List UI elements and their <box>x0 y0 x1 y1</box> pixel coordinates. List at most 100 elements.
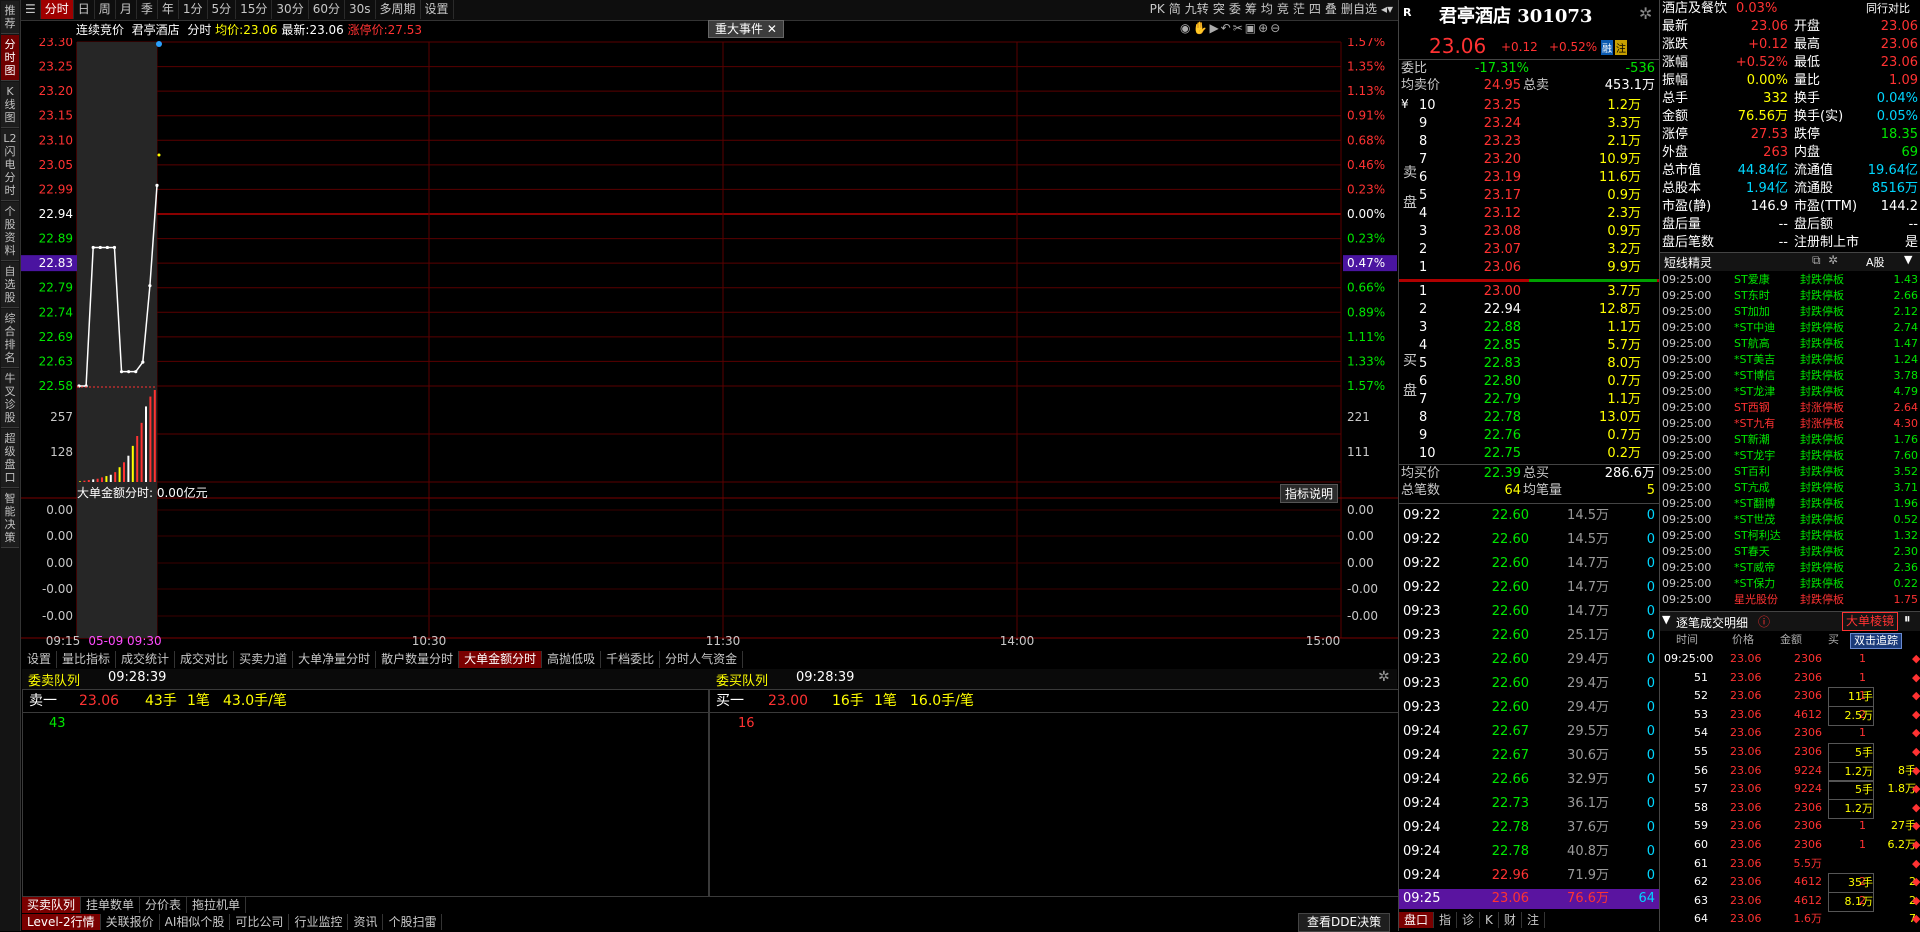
ask-row[interactable]: 2 23.07 3.2万 <box>1399 241 1659 259</box>
short-line-row[interactable]: 09:25:00 ST亢成 封跌停板 3.71 <box>1662 480 1920 496</box>
left-tab[interactable]: 自选股 <box>1 262 19 308</box>
zoom-in-icon[interactable]: ⊕ <box>1258 21 1270 35</box>
short-line-row[interactable]: 09:25:00 ST东时 封跌停板 2.66 <box>1662 288 1920 304</box>
period-tab[interactable]: 多周期 <box>376 0 421 19</box>
zoom-out-icon[interactable]: ⊖ <box>1270 21 1282 35</box>
toolbar-tool[interactable]: 简 <box>1167 0 1183 19</box>
short-line-row[interactable]: 09:25:00 ST西钢 封涨停板 2.64 <box>1662 400 1920 416</box>
short-line-row[interactable]: 09:25:00 *ST世茂 封跌停板 0.52 <box>1662 512 1920 528</box>
bid-row[interactable]: 3 22.88 1.1万 <box>1399 319 1659 337</box>
short-line-row[interactable]: 09:25:00 ST加加 封跌停板 2.12 <box>1662 304 1920 320</box>
bid-row[interactable]: 2 22.94 12.8万 <box>1399 301 1659 319</box>
settings-icon[interactable]: ✲ <box>1639 4 1652 23</box>
gear-icon[interactable]: ✲ <box>1828 253 1838 267</box>
short-line-row[interactable]: 09:25:00 *ST博信 封跌停板 3.78 <box>1662 368 1920 384</box>
bid-row[interactable]: 8 22.78 13.0万 <box>1399 409 1659 427</box>
close-icon[interactable]: ✕ <box>767 22 777 36</box>
period-tab[interactable]: 30分 <box>272 0 309 19</box>
period-tab[interactable]: 周 <box>95 0 116 19</box>
level2-tab[interactable]: 行业监控 <box>289 914 349 930</box>
toolbar-tool[interactable]: 委 <box>1227 0 1243 19</box>
dde-decision-button[interactable]: 查看DDE决策 <box>1298 913 1391 932</box>
hand-icon[interactable]: ✋ <box>1192 21 1209 35</box>
period-tab[interactable]: 日 <box>74 0 95 19</box>
order-book-tab[interactable]: 财 <box>1499 912 1522 928</box>
peer-compare-button[interactable]: 同行对比 <box>1866 0 1910 18</box>
settings-gear-icon[interactable]: ✲ <box>1378 669 1390 685</box>
order-book-tab[interactable]: K <box>1480 912 1499 928</box>
ask-row[interactable]: 7 23.20 10.9万 <box>1399 151 1659 169</box>
period-tab[interactable]: 年 <box>158 0 179 19</box>
bid-row[interactable]: 5 22.83 8.0万 <box>1399 355 1659 373</box>
ask-row[interactable]: 6 23.19 11.6万 <box>1399 169 1659 187</box>
level2-tab[interactable]: 资讯 <box>348 914 384 930</box>
period-tab[interactable]: 15分 <box>236 0 273 19</box>
period-tab[interactable]: 60分 <box>309 0 345 19</box>
left-tab[interactable]: 牛叉诊股 <box>1 369 19 428</box>
ask-row[interactable]: 1 23.06 9.9万 <box>1399 259 1659 277</box>
indicator-tab[interactable]: 买卖力道 <box>234 651 294 668</box>
short-line-row[interactable]: 09:25:00 *ST龙津 封跌停板 4.79 <box>1662 384 1920 400</box>
toolbar-tool[interactable]: 筹 <box>1243 0 1259 19</box>
undo-icon[interactable]: ↶ <box>1221 21 1233 35</box>
lock-icon[interactable]: ▣ <box>1245 21 1258 35</box>
indicator-tab[interactable]: 散户数量分时 <box>376 651 460 668</box>
bid-row[interactable]: 9 22.76 0.7万 <box>1399 427 1659 445</box>
ask-row[interactable]: 4 23.12 2.3万 <box>1399 205 1659 223</box>
short-line-row[interactable]: 09:25:00 ST爱康 封跌停板 1.43 <box>1662 272 1920 288</box>
toolbar-tool[interactable]: 四 <box>1307 0 1323 19</box>
toolbar-menu-icon[interactable]: ☰ <box>21 0 41 19</box>
toolbar-tool[interactable]: 突 <box>1211 0 1227 19</box>
bid-row[interactable]: 6 22.80 0.7万 <box>1399 373 1659 391</box>
ask-row[interactable]: 10 23.25 1.2万 <box>1399 97 1659 115</box>
period-tab[interactable]: 1分 <box>179 0 208 19</box>
indicator-tab[interactable]: 量比指标 <box>57 651 117 668</box>
short-line-row[interactable]: 09:25:00 *ST威帝 封跌停板 2.36 <box>1662 560 1920 576</box>
queue-tab[interactable]: 分价表 <box>140 897 188 913</box>
bid-row[interactable]: 7 22.79 1.1万 <box>1399 391 1659 409</box>
indicator-tab[interactable]: 成交统计 <box>116 651 176 668</box>
order-book-tab[interactable]: 注 <box>1522 912 1545 928</box>
indicator-tab[interactable]: 分时人气资金 <box>660 651 744 668</box>
big-order-prism-button[interactable]: 大单棱镜 <box>1842 612 1899 631</box>
collapse-icon[interactable]: ▼ <box>1662 613 1670 626</box>
indicator-tab[interactable]: 大单净量分时 <box>293 651 377 668</box>
short-line-row[interactable]: 09:25:00 *ST中迪 封跌停板 2.74 <box>1662 320 1920 336</box>
short-line-row[interactable]: 09:25:00 ST柯利达 封跌停板 1.32 <box>1662 528 1920 544</box>
left-tab[interactable]: 推荐 <box>1 1 19 34</box>
short-line-row[interactable]: 09:25:00 *ST龙宇 封跌停板 7.60 <box>1662 448 1920 464</box>
toolbar-tool[interactable]: 叠 <box>1323 0 1339 19</box>
chevron-down-icon[interactable]: ▼ <box>1904 253 1912 266</box>
left-tab[interactable]: K线图 <box>1 82 19 128</box>
period-tab[interactable]: 30s <box>345 0 376 19</box>
indicator-help-button[interactable]: 指标说明 <box>1280 484 1339 503</box>
ask-row[interactable]: 5 23.17 0.9万 <box>1399 187 1659 205</box>
queue-tab[interactable]: 买卖队列 <box>22 897 82 913</box>
toolbar-tool[interactable]: 均 <box>1259 0 1275 19</box>
bid-row[interactable]: 4 22.85 5.7万 <box>1399 337 1659 355</box>
ask-row[interactable]: 3 23.08 0.9万 <box>1399 223 1659 241</box>
indicator-tab[interactable]: 成交对比 <box>175 651 235 668</box>
info-icon[interactable]: ⓘ <box>1758 613 1770 630</box>
intraday-chart[interactable]: 23.30 1.57% 23.25 1.35% 23.20 1.13% 23.15 0.91%… <box>21 38 1398 650</box>
level2-tab[interactable]: Level-2行情 <box>22 914 101 930</box>
period-tab[interactable]: 分时 <box>40 0 74 19</box>
level2-tab[interactable]: AI相似个股 <box>160 914 231 930</box>
toolbar-tool[interactable]: 竞 <box>1275 0 1291 19</box>
short-line-row[interactable]: 09:25:00 ST航高 封跌停板 1.47 <box>1662 336 1920 352</box>
left-tab[interactable]: 个股资料 <box>1 202 19 261</box>
period-tab[interactable]: 设置 <box>421 0 454 19</box>
queue-tab[interactable]: 挂单数单 <box>81 897 141 913</box>
bid-row[interactable]: 1 23.00 3.7万 <box>1399 283 1659 301</box>
double-click-track-button[interactable]: 双击追踪 <box>1850 633 1902 649</box>
indicator-tab[interactable]: 大单金额分时 <box>459 651 543 668</box>
market-select[interactable]: A股 <box>1866 254 1885 270</box>
short-line-row[interactable]: 09:25:00 *ST九有 封涨停板 4.30 <box>1662 416 1920 432</box>
collapse-icon[interactable]: ◂▾ <box>1379 0 1395 19</box>
level2-tab[interactable]: 关联报价 <box>101 914 160 930</box>
toolbar-tool[interactable]: 九转 <box>1183 0 1211 19</box>
period-tab[interactable]: 月 <box>116 0 137 19</box>
play-icon[interactable]: ▶ <box>1209 21 1220 35</box>
period-tab[interactable]: 5分 <box>208 0 237 19</box>
toolbar-tool[interactable]: PK <box>1148 0 1167 19</box>
